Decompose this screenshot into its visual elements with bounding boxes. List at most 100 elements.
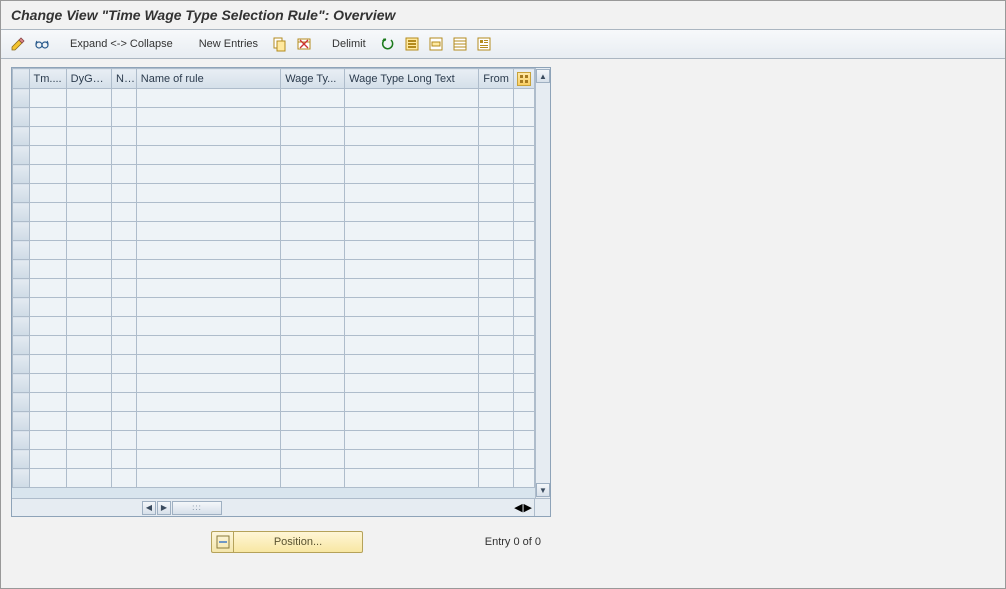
grid-cell[interactable] — [479, 336, 514, 355]
table-row[interactable] — [13, 431, 535, 450]
grid-cell[interactable] — [29, 184, 66, 203]
col-header-no[interactable]: No. — [112, 69, 137, 89]
table-row[interactable] — [13, 222, 535, 241]
row-selector[interactable] — [13, 355, 30, 374]
col-header-tm[interactable]: Tm.... — [29, 69, 66, 89]
grid-cell[interactable] — [136, 165, 280, 184]
grid-cell[interactable] — [29, 336, 66, 355]
grid-cell[interactable] — [345, 241, 479, 260]
details-button[interactable] — [31, 34, 53, 54]
grid-cell[interactable] — [66, 412, 111, 431]
table-row[interactable] — [13, 260, 535, 279]
grid-cell[interactable] — [345, 184, 479, 203]
grid-cell[interactable] — [29, 165, 66, 184]
grid-cell[interactable] — [29, 108, 66, 127]
table-row[interactable] — [13, 393, 535, 412]
grid-cell[interactable] — [136, 450, 280, 469]
table-row[interactable] — [13, 127, 535, 146]
row-selector[interactable] — [13, 450, 30, 469]
grid-cell[interactable] — [479, 127, 514, 146]
grid-cell[interactable] — [345, 336, 479, 355]
grid-cell[interactable] — [112, 127, 137, 146]
copy-as-button[interactable] — [269, 34, 291, 54]
grid-cell[interactable] — [66, 222, 111, 241]
grid-cell[interactable] — [479, 108, 514, 127]
row-selector[interactable] — [13, 241, 30, 260]
row-selector[interactable] — [13, 127, 30, 146]
table-row[interactable] — [13, 203, 535, 222]
grid-cell[interactable] — [29, 298, 66, 317]
grid-cell[interactable] — [281, 89, 345, 108]
grid-cell[interactable] — [66, 146, 111, 165]
col-header-name[interactable]: Name of rule — [136, 69, 280, 89]
grid-cell[interactable] — [479, 431, 514, 450]
grid-cell[interactable] — [136, 127, 280, 146]
grid-configure-button[interactable] — [514, 69, 535, 89]
grid-cell[interactable] — [479, 89, 514, 108]
table-row[interactable] — [13, 279, 535, 298]
table-row[interactable] — [13, 165, 535, 184]
row-selector[interactable] — [13, 393, 30, 412]
grid-cell[interactable] — [281, 336, 345, 355]
grid-cell[interactable] — [345, 298, 479, 317]
grid-cell[interactable] — [66, 469, 111, 488]
grid-cell[interactable] — [136, 203, 280, 222]
grid-cell[interactable] — [136, 469, 280, 488]
delete-button[interactable] — [293, 34, 315, 54]
grid-cell[interactable] — [479, 469, 514, 488]
grid-cell[interactable] — [29, 317, 66, 336]
grid-cell[interactable] — [479, 241, 514, 260]
grid-cell[interactable] — [112, 165, 137, 184]
grid-cell[interactable] — [66, 336, 111, 355]
grid-cell[interactable] — [345, 165, 479, 184]
grid-cell[interactable] — [281, 146, 345, 165]
row-selector[interactable] — [13, 317, 30, 336]
grid-cell[interactable] — [345, 469, 479, 488]
grid-cell[interactable] — [66, 317, 111, 336]
grid-cell[interactable] — [29, 260, 66, 279]
scroll-left-button[interactable]: ◀ — [142, 501, 156, 515]
table-row[interactable] — [13, 184, 535, 203]
grid-cell[interactable] — [112, 317, 137, 336]
grid-cell[interactable] — [66, 298, 111, 317]
row-selector[interactable] — [13, 412, 30, 431]
grid-cell[interactable] — [66, 241, 111, 260]
grid-cell[interactable] — [479, 279, 514, 298]
select-block-button[interactable] — [425, 34, 447, 54]
grid-cell[interactable] — [29, 450, 66, 469]
grid-cell[interactable] — [112, 298, 137, 317]
grid-cell[interactable] — [136, 222, 280, 241]
grid-cell[interactable] — [66, 355, 111, 374]
table-row[interactable] — [13, 412, 535, 431]
grid-cell[interactable] — [66, 89, 111, 108]
grid-cell[interactable] — [479, 184, 514, 203]
grid-cell[interactable] — [345, 317, 479, 336]
grid-cell[interactable] — [112, 89, 137, 108]
grid-cell[interactable] — [112, 469, 137, 488]
grid-cell[interactable] — [112, 393, 137, 412]
grid-cell[interactable] — [136, 355, 280, 374]
grid-cell[interactable] — [112, 355, 137, 374]
grid-cell[interactable] — [479, 165, 514, 184]
grid-cell[interactable] — [479, 450, 514, 469]
row-selector[interactable] — [13, 279, 30, 298]
grid-cell[interactable] — [29, 89, 66, 108]
grid-cell[interactable] — [112, 336, 137, 355]
row-selector[interactable] — [13, 260, 30, 279]
table-row[interactable] — [13, 241, 535, 260]
grid-cell[interactable] — [345, 412, 479, 431]
grid-cell[interactable] — [66, 279, 111, 298]
grid-cell[interactable] — [281, 165, 345, 184]
grid-cell[interactable] — [281, 298, 345, 317]
scroll-track[interactable] — [536, 84, 550, 482]
scroll-right-step-button[interactable]: ▶ — [157, 501, 171, 515]
grid-cell[interactable] — [345, 450, 479, 469]
row-selector[interactable] — [13, 89, 30, 108]
grid-cell[interactable] — [136, 184, 280, 203]
grid-cell[interactable] — [66, 127, 111, 146]
new-entries-button[interactable]: New Entries — [190, 34, 267, 54]
grid-cell[interactable] — [479, 412, 514, 431]
grid-cell[interactable] — [345, 393, 479, 412]
grid-cell[interactable] — [29, 222, 66, 241]
row-selector[interactable] — [13, 298, 30, 317]
